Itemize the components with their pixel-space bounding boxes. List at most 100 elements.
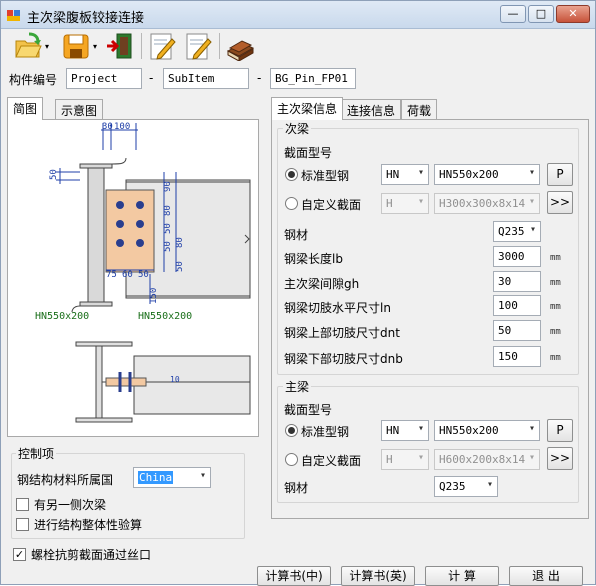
standard-section-label: 标准型钢 [301,169,350,183]
beam-gap-field[interactable]: 30 [493,271,541,292]
main-custom-size-value: H600x200x8x14 [439,453,526,466]
cut-top-field[interactable]: 50 [493,320,541,341]
dim-label: 60 [122,270,133,280]
section-size-select[interactable]: HN550x200 ▾ [434,164,540,185]
member-id-label: 构件编号 [9,73,58,87]
open-icon[interactable] [13,31,43,61]
exit-icon[interactable] [105,31,135,61]
main-custom-size-select[interactable]: H600x200x8x14 ▾ [434,449,540,470]
country-select[interactable]: China ▾ [133,467,211,488]
unit-label: mm [550,327,561,337]
edit-alt-icon[interactable] [183,31,213,61]
chevron-down-icon: ▾ [417,196,424,207]
section-type-select[interactable]: HN ▾ [381,164,429,185]
report-en-button[interactable]: 计算书(英) [341,566,415,586]
main-custom-section-label: 自定义截面 [301,454,362,468]
main-section-size-value: HN550x200 [439,424,499,437]
chevron-down-icon: ▾ [417,167,424,178]
minimize-button[interactable]: — [500,5,526,23]
toolbar: ▾ ▾ [1,29,595,65]
toolbar-separator [141,33,142,59]
dim-label: 50 [163,241,173,252]
report-cn-button[interactable]: 计算书(中) [257,566,331,586]
main-section-label: 截面型号 [284,403,333,417]
connection-drawing: 30 100 50 90 80 50 50 80 50 150 75 60 50… [35,122,251,423]
custom-size-select[interactable]: H300x300x8x14 ▾ [434,193,540,214]
custom-type-select[interactable]: H ▾ [381,193,429,214]
unit-label: mm [550,302,561,312]
dim-label: 100 [114,122,130,132]
save-icon[interactable] [61,31,91,61]
custom-section-label: 自定义截面 [301,198,362,212]
separator-dash: - [257,71,262,85]
main-section-type-value: HN [386,424,400,437]
standard-section-radio[interactable] [285,168,298,181]
exit-button[interactable]: 退 出 [509,566,583,586]
cut-bottom-field[interactable]: 150 [493,346,541,367]
section-properties-button[interactable]: P [547,163,573,186]
main-standard-section-radio[interactable] [285,424,298,437]
sub-beam-section-label: HN550x200 [138,311,192,322]
dim-label: 50 [138,270,149,280]
chevron-down-icon: ▾ [528,167,535,178]
tab-diagram[interactable]: 简图 [7,97,44,120]
window-title: 主次梁腹板铰接连接 [27,11,145,26]
cut-top-label: 钢梁上部切肢尺寸dnt [284,326,400,340]
section-size-value: HN550x200 [439,168,499,181]
main-custom-type-select[interactable]: H ▾ [381,449,429,470]
steel-label: 钢材 [284,228,309,242]
chevron-down-icon: ▾ [417,452,424,463]
integrity-check-checkbox[interactable] [16,518,29,531]
unit-label: mm [550,253,561,263]
dim-label: 50 [163,223,173,234]
app-icon [7,10,20,21]
beam-length-label: 钢梁长度lb [284,252,343,266]
unit-label: mm [550,278,561,288]
tab-beam-info[interactable]: 主次梁信息 [271,97,344,120]
main-custom-section-more-button[interactable]: >> [547,447,573,470]
cut-horizontal-label: 钢梁切肢水平尺寸ln [284,301,391,315]
tab-connection-info[interactable]: 连接信息 [341,99,402,119]
other-side-beam-checkbox[interactable] [16,498,29,511]
chevron-down-icon: ▾ [528,196,535,207]
custom-size-value: H300x300x8x14 [439,197,526,210]
bolt-thread-checkbox[interactable]: ✓ [13,548,26,561]
close-button[interactable]: ✕ [556,5,590,23]
chevron-down-icon: ▾ [528,423,535,434]
app-window: 主次梁腹板铰接连接 — □ ✕ ▾ ▾ 构件编号 Project - SubIt… [0,0,596,586]
steel-grade-select[interactable]: Q235 ▾ [493,221,541,242]
edit-icon[interactable] [147,31,177,61]
main-section-size-select[interactable]: HN550x200 ▾ [434,420,540,441]
secondary-beam-title: 次梁 [283,120,312,137]
section-type-value: HN [386,168,400,181]
dim-label: 150 [149,288,159,304]
chevron-down-icon: ▾ [528,452,535,463]
cut-bottom-label: 钢梁下部切肢尺寸dnb [284,352,403,366]
open-dropdown-icon[interactable]: ▾ [45,43,53,51]
member-id-field[interactable]: BG_Pin_FP01 [270,68,356,89]
dim-label: 30 [102,122,113,132]
custom-section-more-button[interactable]: >> [547,191,573,214]
custom-type-value: H [386,197,393,210]
dim-label: 50 [175,261,185,272]
maximize-button[interactable]: □ [528,5,554,23]
integrity-check-label: 进行结构整体性验算 [34,518,143,532]
main-custom-section-radio[interactable] [285,453,298,466]
custom-section-radio[interactable] [285,197,298,210]
project-field[interactable]: Project [66,68,142,89]
drawing-pane: 30 100 50 90 80 50 50 80 50 150 75 60 50… [7,119,259,437]
book-icon[interactable] [225,31,255,61]
calculate-button[interactable]: 计 算 [425,566,499,586]
cut-horizontal-field[interactable]: 100 [493,295,541,316]
main-steel-grade-select[interactable]: Q235 ▾ [434,476,498,497]
country-label: 钢结构材料所属国 [17,473,114,487]
tab-illustration[interactable]: 示意图 [55,99,104,119]
dim-label: 80 [163,205,173,216]
subitem-field[interactable]: SubItem [163,68,249,89]
main-section-type-select[interactable]: HN ▾ [381,420,429,441]
tab-load[interactable]: 荷载 [401,99,438,119]
main-section-properties-button[interactable]: P [547,419,573,442]
other-side-beam-label: 有另一侧次梁 [34,498,107,512]
save-dropdown-icon[interactable]: ▾ [93,43,101,51]
beam-length-field[interactable]: 3000 [493,246,541,267]
